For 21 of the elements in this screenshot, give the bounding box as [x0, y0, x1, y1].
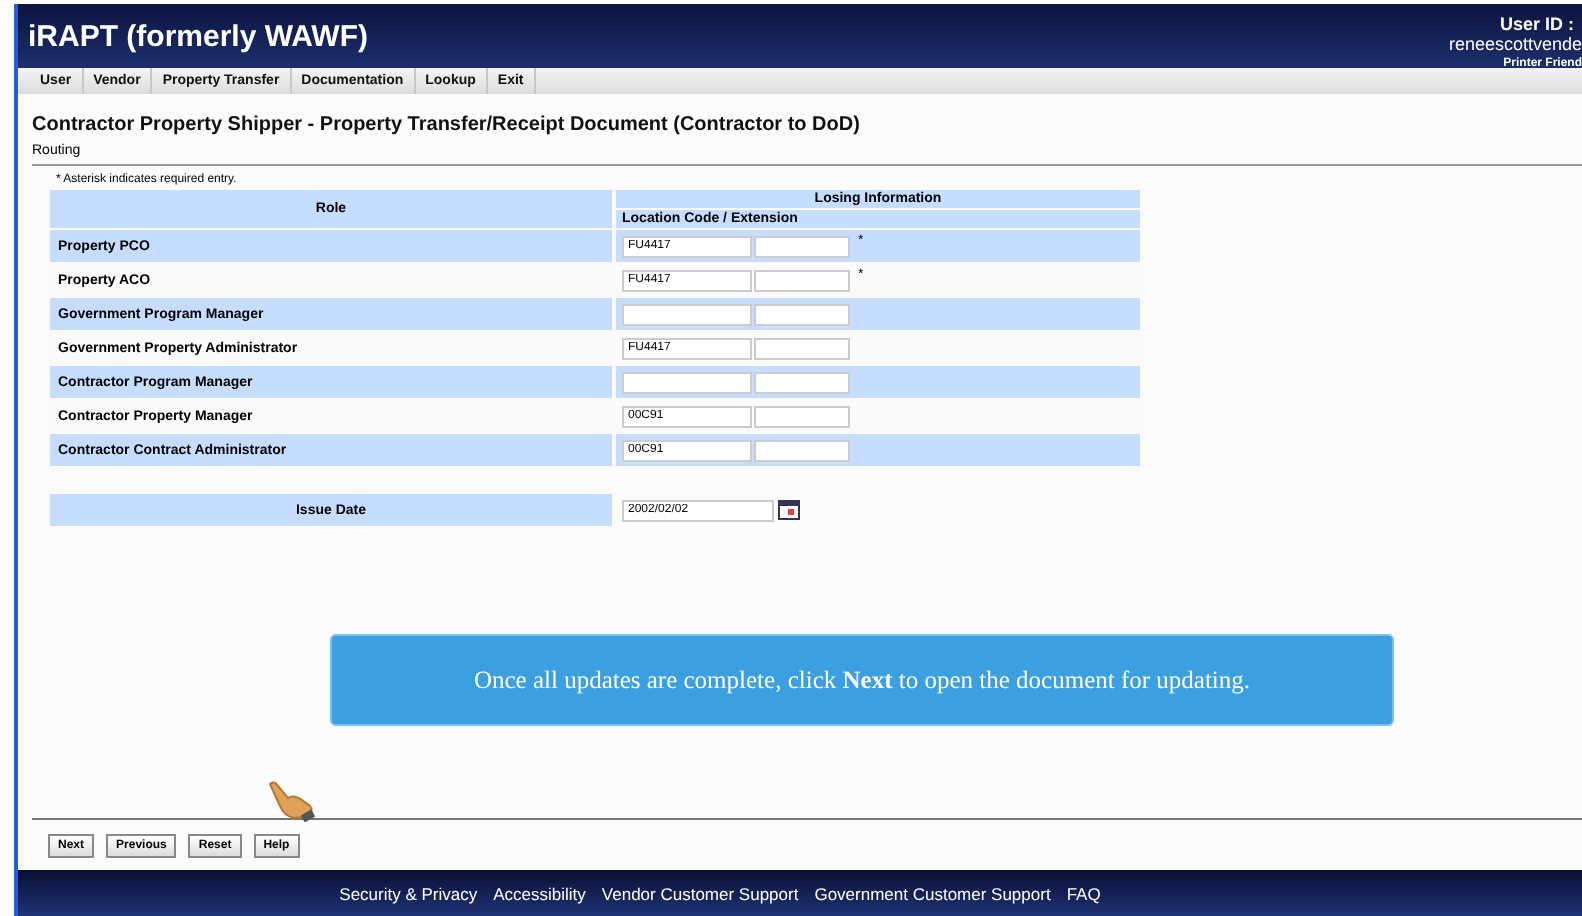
footer-link[interactable]: Government Customer Support: [814, 883, 1051, 903]
extension-field[interactable]: [754, 269, 850, 291]
extension-field[interactable]: [754, 337, 850, 359]
footer-link[interactable]: Accessibility: [493, 883, 586, 903]
user-id: reneescottvende: [1448, 34, 1582, 54]
app-title: iRAPT (formerly WAWF): [28, 19, 369, 53]
user-id-label: User ID :: [1499, 14, 1574, 34]
footer-link[interactable]: FAQ: [1066, 883, 1101, 903]
location-code-field[interactable]: [622, 371, 752, 393]
footer-link[interactable]: Security & Privacy: [339, 883, 478, 903]
extension-field[interactable]: [754, 303, 850, 325]
tooltip-callout: Once all updates are complete, click Next to open the document for updating.: [330, 634, 1394, 726]
extension-field[interactable]: [754, 439, 850, 461]
calendar-icon[interactable]: [778, 500, 800, 520]
extension-field[interactable]: [754, 235, 850, 257]
page-title: Contractor Property Shipper - Property Transfer/Receipt Document (Contractor to DoD): [32, 114, 862, 136]
location-code-field[interactable]: [622, 303, 752, 325]
extension-field[interactable]: [754, 405, 850, 427]
extension-field[interactable]: [754, 371, 850, 393]
hand-cursor-icon: [266, 778, 318, 822]
footer-link[interactable]: Vendor Customer Support: [601, 883, 799, 903]
